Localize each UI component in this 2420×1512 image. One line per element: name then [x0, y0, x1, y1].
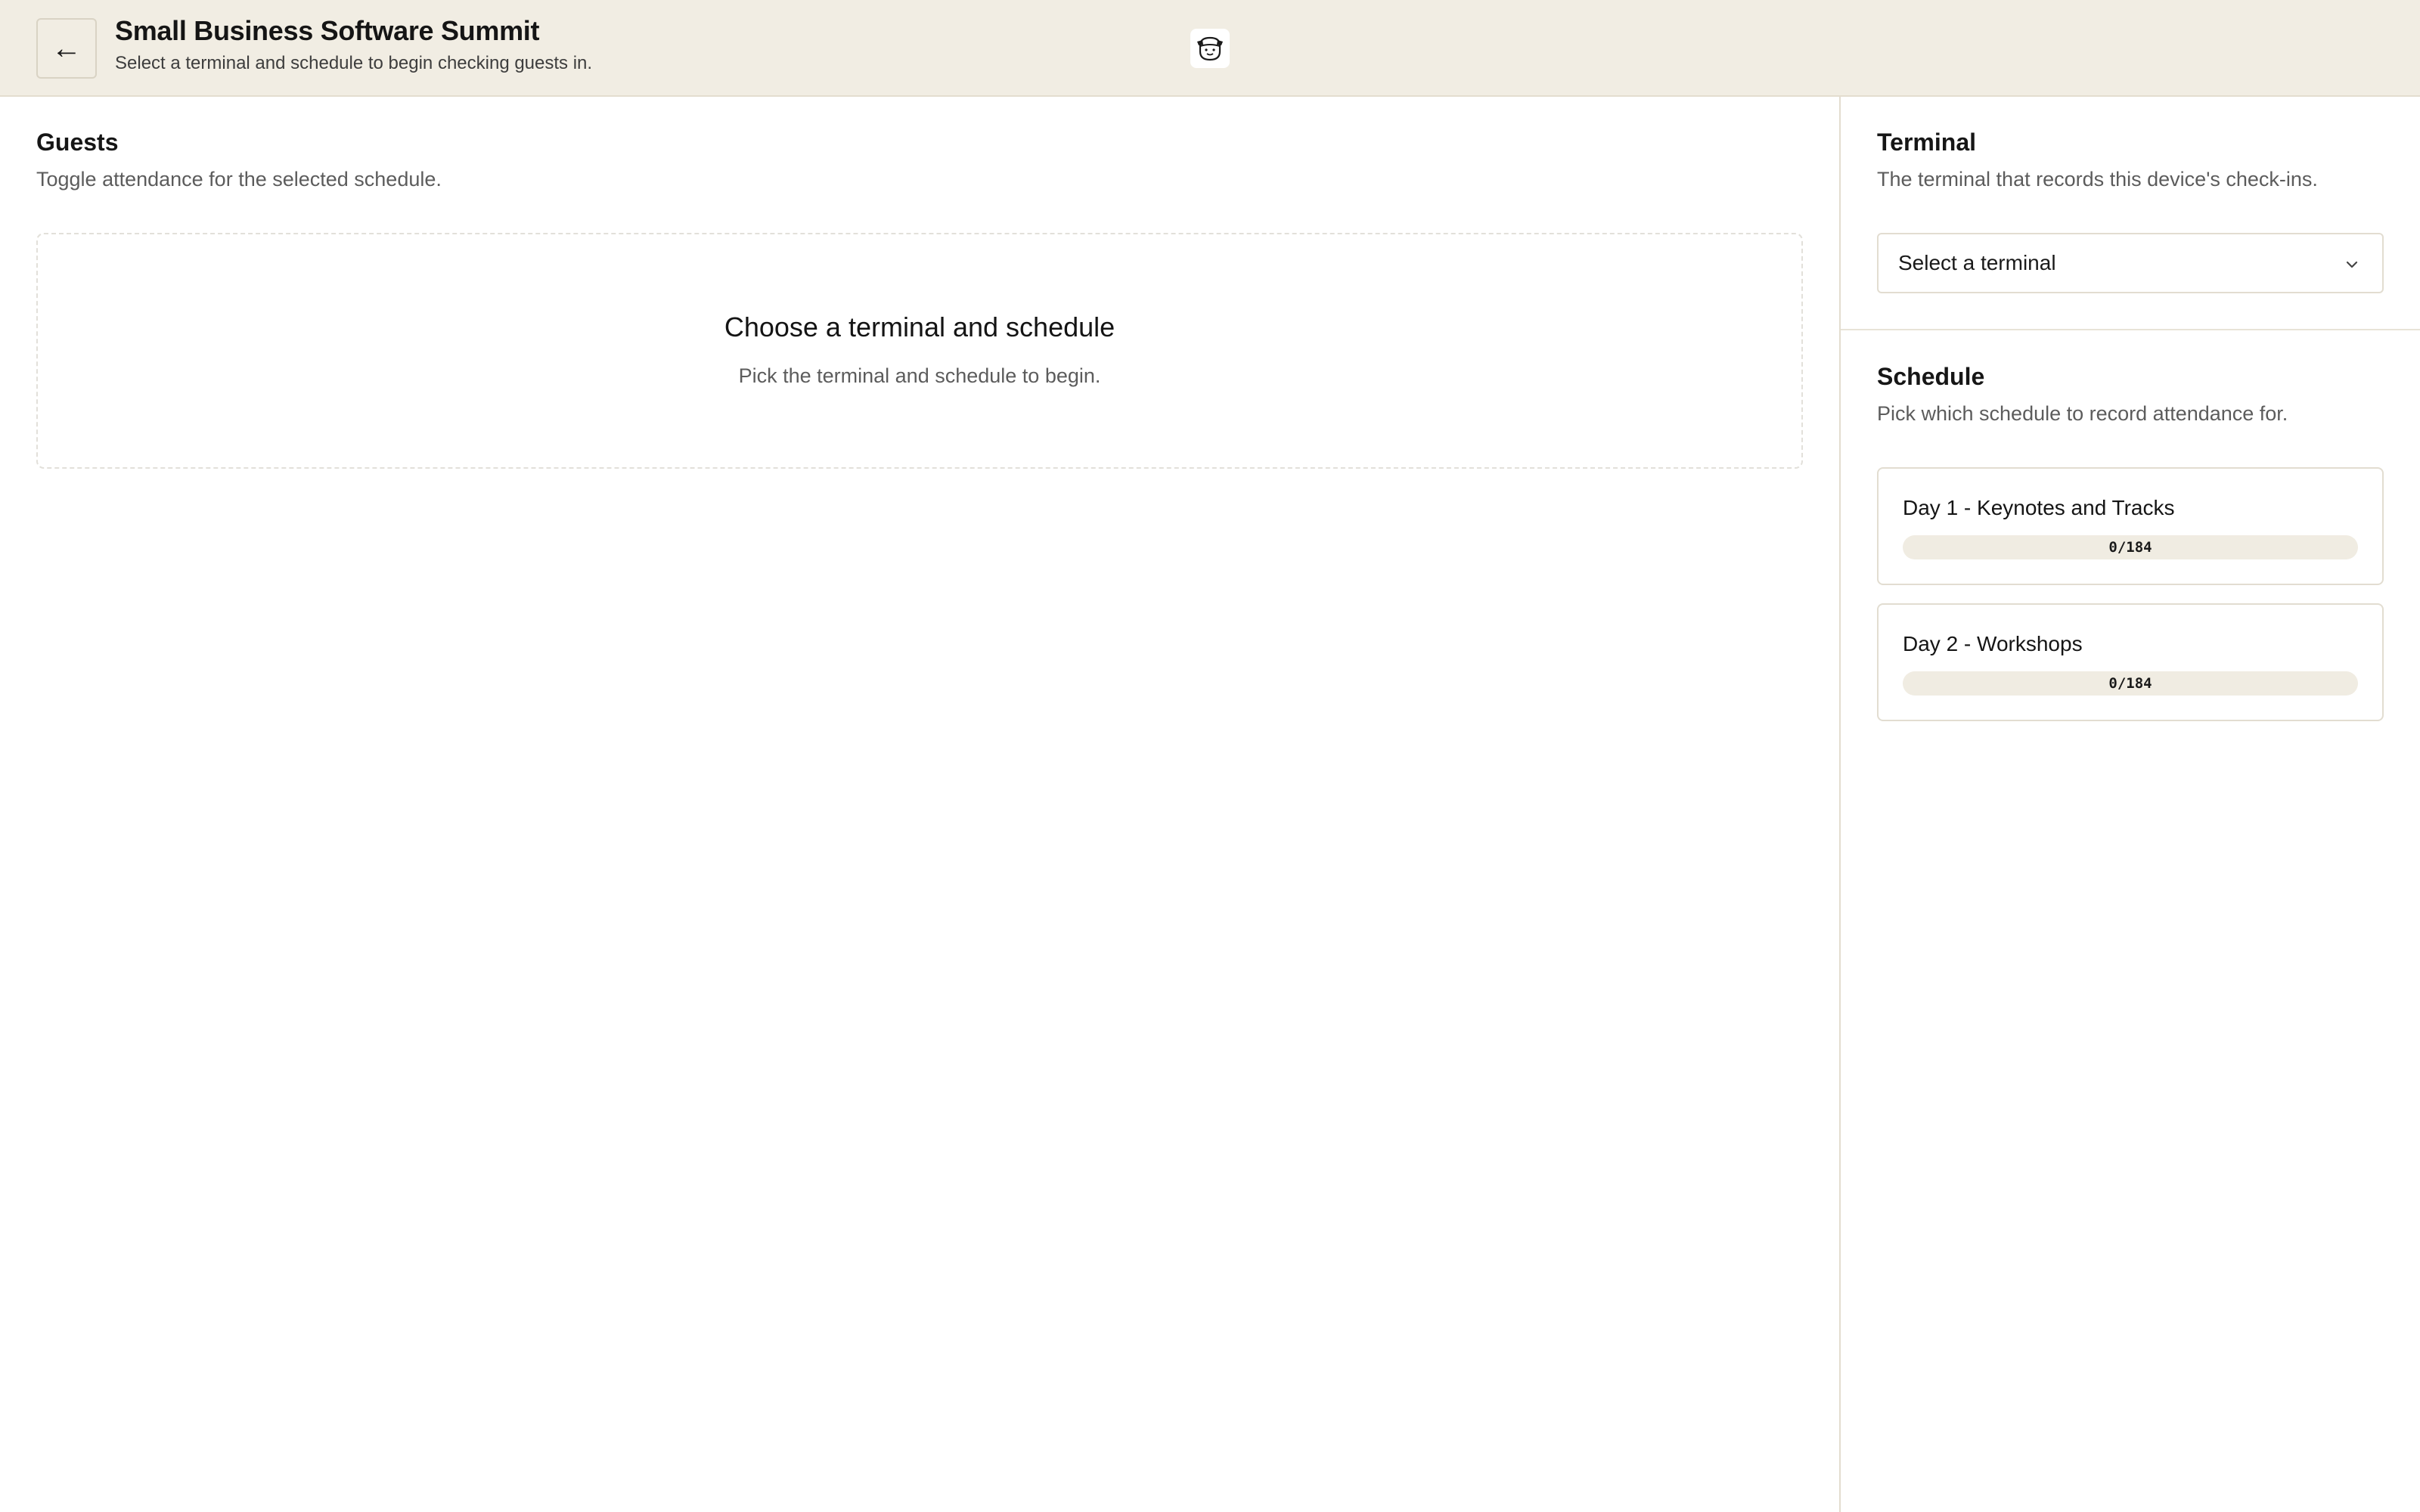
arrow-left-icon: ← [51, 31, 82, 65]
guests-description: Toggle attendance for the selected sched… [36, 168, 442, 191]
event-subtitle: Select a terminal and schedule to begin … [115, 53, 593, 73]
schedule-heading: Schedule [1877, 363, 1985, 390]
mascot-logo-icon [1190, 29, 1230, 68]
terminal-select-value: Select a terminal [1898, 251, 2056, 274]
back-button[interactable]: ← [36, 18, 97, 79]
chevron-down-icon [2341, 254, 2363, 275]
schedule-name: Day 1 - Keynotes and Tracks [1903, 496, 2175, 519]
schedule-name: Day 2 - Workshops [1903, 632, 2083, 655]
schedule-option-day-1[interactable]: Day 1 - Keynotes and Tracks 0/184 [1877, 467, 2384, 585]
schedule-description: Pick which schedule to record attendance… [1877, 402, 2288, 425]
top-bar: ← Small Business Software Summit Select … [0, 0, 2420, 97]
empty-state-description: Pick the terminal and schedule to begin. [738, 364, 1101, 387]
empty-state-title: Choose a terminal and schedule [724, 311, 1115, 342]
progress-label: 0/184 [2108, 675, 2152, 692]
guests-heading: Guests [36, 129, 119, 156]
terminal-select[interactable]: Select a terminal [1877, 233, 2384, 293]
empty-state-card: Choose a terminal and schedule Pick the … [36, 233, 1803, 469]
progress-label: 0/184 [2108, 539, 2152, 556]
settings-sidebar: Terminal The terminal that records this … [1839, 97, 2420, 1512]
terminal-heading: Terminal [1877, 129, 1976, 156]
event-title: Small Business Software Summit [115, 15, 540, 46]
terminal-description: The terminal that records this device's … [1877, 168, 2318, 191]
section-divider [1841, 329, 2420, 330]
schedule-option-day-2[interactable]: Day 2 - Workshops 0/184 [1877, 603, 2384, 721]
attendance-progress-bar: 0/184 [1903, 671, 2358, 696]
attendance-progress-bar: 0/184 [1903, 535, 2358, 559]
guests-panel: Guests Toggle attendance for the selecte… [0, 97, 1839, 1512]
